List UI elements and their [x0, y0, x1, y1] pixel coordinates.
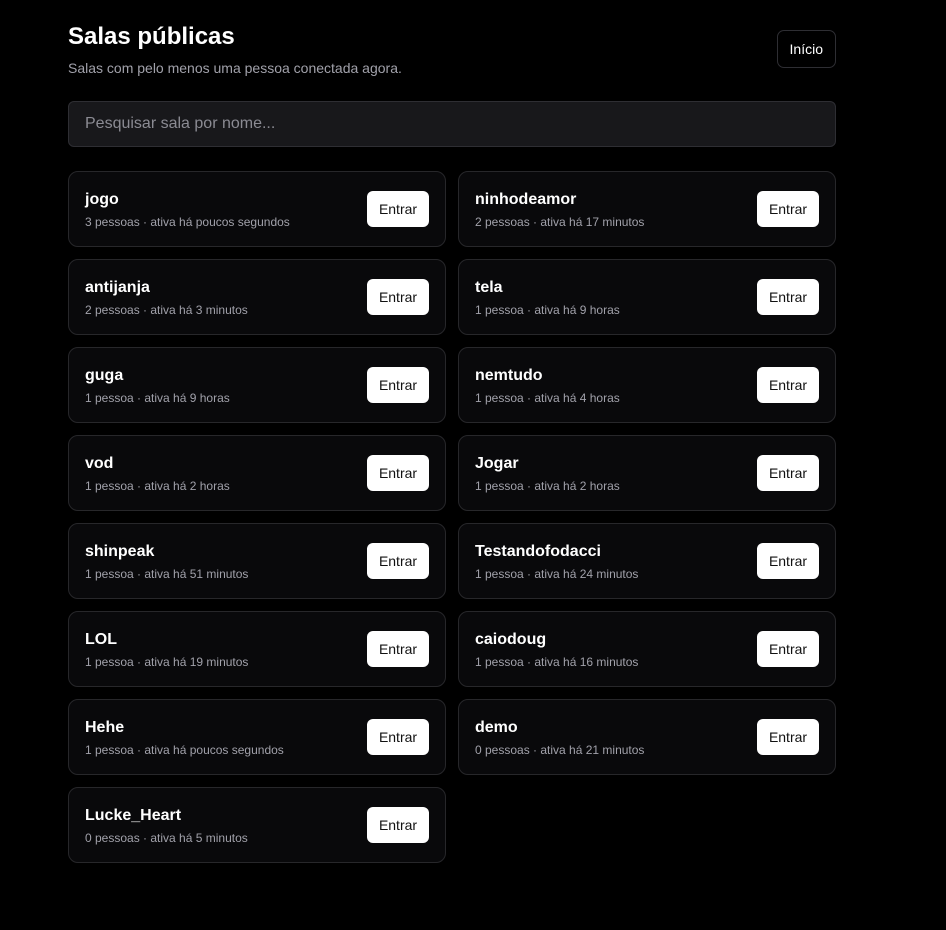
enter-room-button[interactable]: Entrar: [757, 279, 819, 315]
room-name: tela: [475, 279, 503, 296]
room-meta: 2 pessoas · ativa há 17 minutos: [475, 215, 645, 229]
room-name: caiodoug: [475, 631, 547, 648]
room-card: shinpeak 1 pessoa · ativa há 51 minutos En…: [68, 523, 446, 599]
search-bar: [68, 101, 836, 147]
room-meta: 2 pessoas · ativa há 3 minutos: [85, 303, 248, 317]
enter-room-button[interactable]: Entrar: [757, 191, 819, 227]
room-meta: 1 pessoa · ativa há 4 horas: [475, 391, 620, 405]
room-meta: 1 pessoa · ativa há 24 minutos: [475, 567, 639, 581]
room-name: nemtudo: [475, 367, 543, 384]
enter-room-button[interactable]: Entrar: [367, 807, 429, 843]
search-input[interactable]: [68, 101, 836, 147]
enter-room-button[interactable]: Entrar: [367, 631, 429, 667]
enter-room-button[interactable]: Entrar: [757, 719, 819, 755]
room-meta: 1 pessoa · ativa há 9 horas: [475, 303, 620, 317]
room-name: Jogar: [475, 455, 519, 472]
room-card: vod 1 pessoa · ativa há 2 horas Entrar: [68, 435, 446, 511]
room-name: Lucke_Heart: [85, 807, 182, 824]
room-name: shinpeak: [85, 543, 155, 560]
main-container: Salas públicas Salas com pelo menos uma …: [68, 0, 836, 863]
room-card: tela 1 pessoa · ativa há 9 horas Entrar: [458, 259, 836, 335]
enter-room-button[interactable]: Entrar: [757, 455, 819, 491]
room-meta: 1 pessoa · ativa há 51 minutos: [85, 567, 249, 581]
room-meta: 1 pessoa · ativa há 16 minutos: [475, 655, 639, 669]
room-card: Lucke_Heart 0 pessoas · ativa há 5 minuto…: [68, 787, 446, 863]
room-card: ninhodeamor 2 pessoas · ativa há 17 minut…: [458, 171, 836, 247]
room-name: guga: [85, 367, 124, 384]
room-card: jogo 3 pessoas · ativa há poucos segundos…: [68, 171, 446, 247]
room-name: Testandofodacci: [475, 543, 601, 560]
room-meta: 1 pessoa · ativa há 19 minutos: [85, 655, 249, 669]
room-name: antijanja: [85, 279, 150, 296]
room-card: caiodoug 1 pessoa · ativa há 16 minutos En…: [458, 611, 836, 687]
room-name: jogo: [85, 191, 119, 208]
room-meta: 1 pessoa · ativa há 2 horas: [85, 479, 230, 493]
enter-room-button[interactable]: Entrar: [367, 455, 429, 491]
enter-room-button[interactable]: Entrar: [757, 367, 819, 403]
room-card: demo 0 pessoas · ativa há 21 minutos Entra…: [458, 699, 836, 775]
page-subtitle: Salas com pelo menos uma pessoa conectad…: [68, 60, 402, 76]
room-name: demo: [475, 719, 518, 736]
room-name: ninhodeamor: [475, 191, 577, 208]
room-meta: 1 pessoa · ativa há poucos segundos: [85, 743, 284, 757]
room-meta: 1 pessoa · ativa há 9 horas: [85, 391, 230, 405]
page-title: Salas públicas: [68, 23, 235, 50]
room-meta: 1 pessoa · ativa há 2 horas: [475, 479, 620, 493]
enter-room-button[interactable]: Entrar: [757, 543, 819, 579]
room-card: Jogar 1 pessoa · ativa há 2 horas Entrar: [458, 435, 836, 511]
room-name: Hehe: [85, 719, 125, 736]
room-card: Testandofodacci 1 pessoa · ativa há 24 mi…: [458, 523, 836, 599]
room-card: nemtudo 1 pessoa · ativa há 4 horas Entrar: [458, 347, 836, 423]
enter-room-button[interactable]: Entrar: [367, 367, 429, 403]
room-name: LOL: [85, 631, 117, 648]
enter-room-button[interactable]: Entrar: [367, 719, 429, 755]
room-grid: jogo 3 pessoas · ativa há poucos segundos…: [68, 171, 836, 863]
room-meta: 0 pessoas · ativa há 5 minutos: [85, 831, 248, 845]
enter-room-button[interactable]: Entrar: [367, 279, 429, 315]
page-header: Salas públicas Salas com pelo menos uma …: [68, 0, 836, 101]
room-card: antijanja 2 pessoas · ativa há 3 minutos E…: [68, 259, 446, 335]
room-name: vod: [85, 455, 114, 472]
room-card: LOL 1 pessoa · ativa há 19 minutos Entrar: [68, 611, 446, 687]
enter-room-button[interactable]: Entrar: [367, 543, 429, 579]
room-meta: 3 pessoas · ativa há poucos segundos: [85, 215, 290, 229]
room-card: guga 1 pessoa · ativa há 9 horas Entrar: [68, 347, 446, 423]
home-button[interactable]: Início: [776, 30, 836, 68]
page: Salas públicas Salas com pelo menos uma …: [0, 0, 946, 930]
room-card: Hehe 1 pessoa · ativa há poucos segundos E…: [68, 699, 446, 775]
enter-room-button[interactable]: Entrar: [757, 631, 819, 667]
enter-room-button[interactable]: Entrar: [367, 191, 429, 227]
room-meta: 0 pessoas · ativa há 21 minutos: [475, 743, 645, 757]
